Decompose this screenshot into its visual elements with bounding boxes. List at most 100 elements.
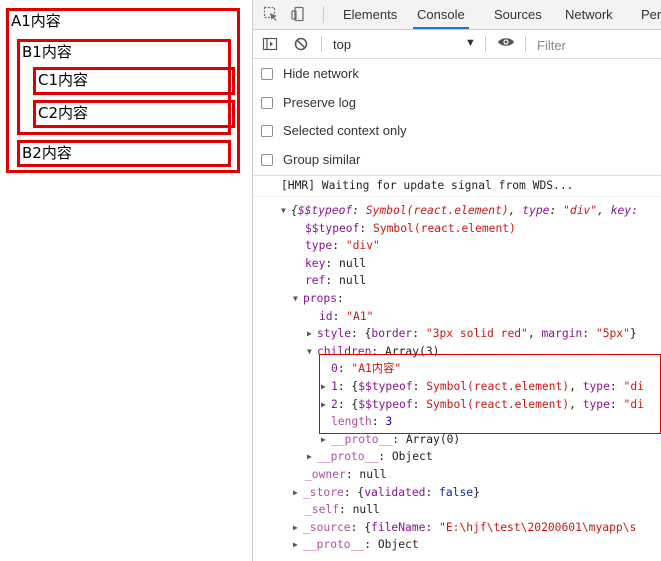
collapsed-triangle-icon[interactable]: ▶ — [307, 449, 317, 464]
prop-props[interactable]: ▼ props: — [293, 291, 344, 307]
hmr-message-text: [HMR] Waiting for update signal from WDS… — [281, 179, 574, 192]
prop-value: Array(0) — [405, 433, 461, 446]
summary-key: type — [522, 204, 550, 217]
prop-key: key: null — [305, 257, 367, 270]
prop-type: type: "div" — [305, 239, 380, 252]
console-message-hmr: [HMR] Waiting for update signal from WDS… — [253, 176, 661, 197]
child-1[interactable]: ▶ 1: {$$typeof: Symbol(react.element), ty… — [321, 379, 644, 395]
console-output: [HMR] Waiting for update signal from WDS… — [253, 176, 661, 561]
box-c1-text: C1内容 — [38, 71, 89, 89]
prop-value: false — [439, 486, 474, 499]
preserve-log-option[interactable]: Preserve log — [261, 94, 356, 112]
selected-context-checkbox[interactable] — [261, 124, 273, 137]
collapsed-triangle-icon[interactable]: ▶ — [307, 326, 317, 341]
hide-network-label: Hide network — [283, 66, 359, 81]
expanded-triangle-icon[interactable]: ▼ — [293, 291, 303, 306]
prop-value: Symbol(react.element) — [373, 222, 516, 235]
prop-value: null — [352, 503, 380, 516]
prop-key: ref — [305, 274, 326, 287]
prop-key: type — [305, 239, 333, 252]
selected-context-label: Selected context only — [283, 123, 407, 138]
prop-proto-root[interactable]: ▶ __proto__: Object — [293, 537, 419, 553]
tab-performance[interactable]: Perf — [641, 0, 661, 29]
box-c2-text: C2内容 — [38, 104, 89, 122]
tab-network[interactable]: Network — [565, 0, 613, 29]
box-c1: C1内容 — [33, 67, 235, 95]
prop-value: null — [339, 257, 367, 270]
expanded-triangle-icon[interactable]: ▼ — [307, 344, 317, 359]
toolbar-divider — [485, 36, 486, 52]
prop-value: "A1" — [346, 310, 374, 323]
context-selector[interactable]: top — [333, 37, 351, 52]
summary-value: "div" — [563, 204, 598, 217]
prop-source[interactable]: ▶ _source: {fileName: "E:\hjf\test\202006… — [293, 520, 636, 536]
array-length: length: 3 — [331, 415, 393, 428]
prop-store[interactable]: ▶ _store: {validated: false} — [293, 485, 480, 501]
prop-owner: _owner: null — [305, 468, 387, 481]
prop-key: 1 — [331, 380, 338, 393]
chevron-down-icon[interactable]: ▼ — [465, 37, 476, 49]
prop-key: $$typeof — [358, 380, 413, 393]
tabbar-divider — [323, 6, 324, 23]
prop-key: type — [582, 398, 610, 411]
box-b1-text: B1内容 — [22, 43, 72, 61]
tab-elements[interactable]: Elements — [343, 0, 397, 29]
prop-key: __proto__ — [317, 450, 379, 463]
prop-key: $$typeof — [358, 398, 413, 411]
prop-value: "A1内容" — [351, 362, 402, 375]
collapsed-triangle-icon[interactable]: ▶ — [293, 537, 303, 552]
prop-value: Object — [391, 450, 433, 463]
expanded-triangle-icon[interactable]: ▼ — [281, 203, 291, 218]
live-expression-eye-icon[interactable] — [497, 35, 515, 52]
filter-input[interactable] — [533, 33, 661, 57]
prop-value: null — [339, 274, 367, 287]
tab-sources[interactable]: Sources — [494, 0, 542, 29]
preserve-log-label: Preserve log — [283, 95, 356, 110]
prop-id: id: "A1" — [319, 310, 374, 323]
box-b1: B1内容 C1内容 C2内容 — [17, 39, 235, 135]
collapsed-triangle-icon[interactable]: ▶ — [293, 485, 303, 500]
collapsed-triangle-icon[interactable]: ▶ — [293, 520, 303, 535]
summary-value: Symbol(react.element) — [365, 204, 509, 217]
prop-value: "div" — [345, 239, 380, 252]
collapsed-triangle-icon[interactable]: ▶ — [321, 379, 331, 394]
prop-value: "5px" — [595, 327, 630, 340]
prop-value: "di — [623, 380, 644, 393]
prop-value: "di — [623, 398, 644, 411]
inspect-element-icon[interactable] — [263, 6, 279, 22]
preserve-log-checkbox[interactable] — [261, 96, 273, 109]
prop-ref: ref: null — [305, 274, 367, 287]
array-proto[interactable]: ▶ __proto__: Array(0) — [321, 432, 460, 448]
group-similar-option[interactable]: Group similar — [261, 151, 360, 169]
prop-key: _source — [303, 521, 351, 534]
hide-network-option[interactable]: Hide network — [261, 65, 359, 83]
device-toolbar-icon[interactable] — [291, 6, 307, 22]
hide-network-checkbox[interactable] — [261, 67, 273, 80]
prop-key: props — [303, 292, 338, 305]
object-summary-row[interactable]: ▼ {$$typeof: Symbol(react.element), type:… — [281, 203, 638, 219]
prop-key: __proto__ — [331, 433, 393, 446]
prop-key: border — [371, 327, 413, 340]
prop-self: _self: null — [305, 503, 380, 516]
prop-key: _self — [305, 503, 340, 516]
group-similar-checkbox[interactable] — [261, 153, 273, 166]
selected-context-option[interactable]: Selected context only — [261, 122, 407, 140]
box-b2-text: B2内容 — [22, 144, 72, 162]
collapsed-triangle-icon[interactable]: ▶ — [321, 397, 331, 412]
group-similar-label: Group similar — [283, 152, 361, 167]
show-sidebar-icon[interactable] — [262, 36, 278, 52]
prop-key: 2 — [331, 398, 338, 411]
prop-key: _store — [303, 486, 344, 499]
collapsed-triangle-icon[interactable]: ▶ — [321, 432, 331, 447]
box-a1-text: A1内容 — [11, 12, 61, 30]
child-2[interactable]: ▶ 2: {$$typeof: Symbol(react.element), ty… — [321, 397, 644, 413]
clear-console-icon[interactable] — [293, 36, 309, 52]
prop-value: Symbol(react.element) — [426, 398, 570, 411]
prop-key: $$typeof — [305, 222, 360, 235]
console-settings: Hide network Preserve log Selected conte… — [253, 59, 661, 176]
console-toolbar: top ▼ — [253, 30, 661, 59]
props-proto[interactable]: ▶ __proto__: Object — [307, 449, 433, 465]
prop-style[interactable]: ▶ style: {border: "3px solid red", margin… — [307, 326, 637, 342]
tab-console[interactable]: Console — [413, 0, 469, 29]
toolbar-divider — [525, 36, 526, 52]
